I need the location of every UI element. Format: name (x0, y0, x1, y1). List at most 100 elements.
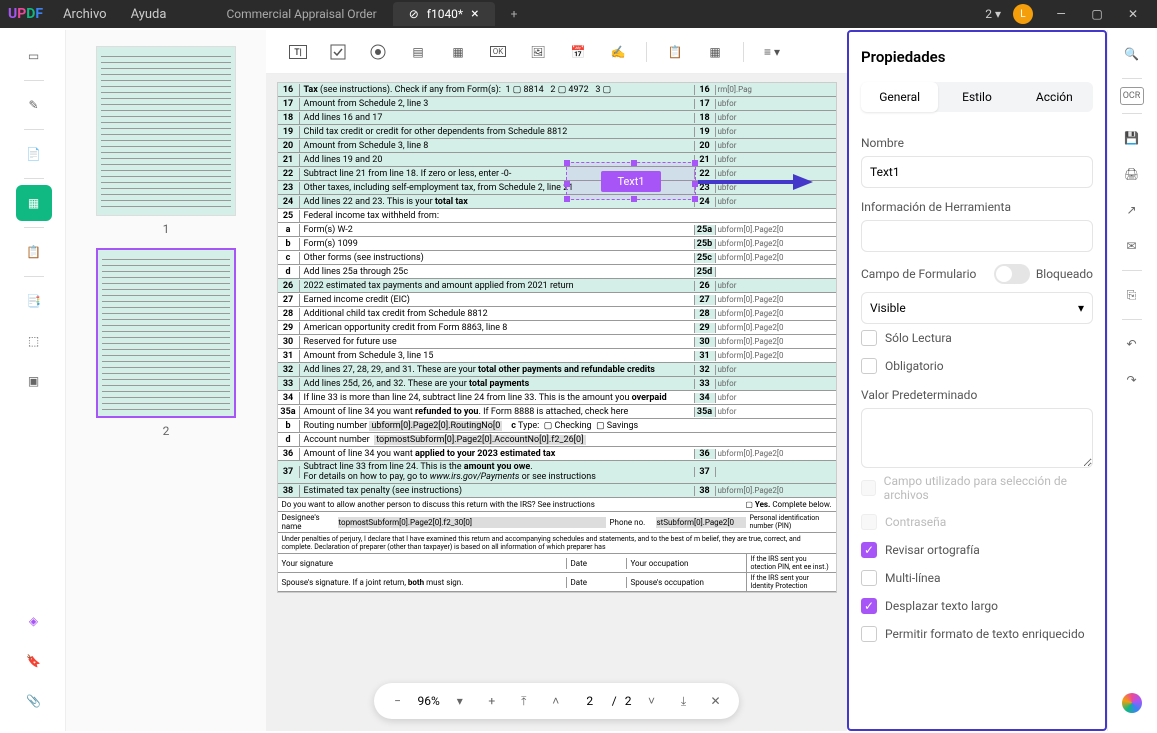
signature-tool[interactable]: ✍ (602, 38, 634, 66)
reader-mode-icon[interactable]: ▭ (16, 38, 52, 74)
form-line: 33Add lines 25d, 26, and 32. These are y… (278, 377, 836, 391)
form-line: dAdd lines 25a through 25c25d (278, 265, 836, 279)
ocr-icon[interactable]: OCR (1120, 87, 1144, 105)
menu-file[interactable]: Archivo (63, 7, 107, 22)
thumbnail-panel: 1 2 (66, 30, 266, 731)
selected-form-field[interactable]: Text1 (566, 162, 696, 200)
organize-mode-icon[interactable]: 📋 (16, 234, 52, 270)
left-sidebar: ▭ ✎ 📄 ▦ 📋 📑 ⬚ ▣ ◈ 🔖 📎 (2, 30, 66, 731)
close-pagectrl-button[interactable]: ✕ (703, 689, 727, 713)
ocr-mode-icon[interactable]: 📑 (16, 283, 52, 319)
readonly-checkbox[interactable] (861, 330, 877, 346)
form-line: 35aAmount of line 34 you want refunded t… (278, 405, 836, 419)
form-line: aForm(s) W-225aubform[0].Page2[0 (278, 223, 836, 237)
save-icon[interactable]: 💾 (1116, 122, 1148, 154)
thumbnail-page-1[interactable]: 1 (82, 46, 250, 236)
first-page-button[interactable]: ⤒ (512, 689, 536, 713)
user-avatar[interactable]: L (1013, 4, 1033, 24)
close-tab-icon[interactable]: × (471, 6, 478, 22)
print-icon[interactable]: 🖨 (1116, 158, 1148, 190)
properties-tab-action[interactable]: Acción (1016, 82, 1093, 112)
required-checkbox[interactable] (861, 358, 877, 374)
tab-f1040[interactable]: ⊘f1040*× (393, 2, 495, 26)
redo-icon[interactable]: ↷ (1116, 364, 1148, 396)
crop-mode-icon[interactable]: ⬚ (16, 323, 52, 359)
document-area[interactable]: 16Tax (see instructions). Check if any f… (266, 74, 847, 731)
menu-help[interactable]: Ayuda (131, 7, 167, 22)
form-line: 38Estimated tax penalty (see instruction… (278, 484, 836, 498)
locked-label: Bloqueado (1036, 267, 1093, 281)
maximize-button[interactable]: ▢ (1081, 2, 1113, 26)
radio-tool[interactable] (362, 38, 394, 66)
tab-commercial[interactable]: Commercial Appraisal Order (210, 3, 392, 25)
button-tool[interactable]: OK (482, 38, 514, 66)
checkbox-tool[interactable] (322, 38, 354, 66)
form-line: 20Amount from Schedule 3, line 820ubfor (278, 139, 836, 153)
undo-icon[interactable]: ↶ (1116, 328, 1148, 360)
bookmark-icon[interactable]: 🔖 (16, 643, 52, 679)
minimize-button[interactable]: — (1045, 2, 1077, 26)
default-value-label: Valor Predeterminado (861, 388, 1093, 402)
tooltip-input[interactable] (861, 220, 1093, 252)
attachment-icon[interactable]: 📎 (16, 683, 52, 719)
text-field-tool[interactable]: T| (282, 38, 314, 66)
align-tool[interactable]: ≡ ▾ (756, 38, 788, 66)
email-icon[interactable]: ✉ (1116, 230, 1148, 262)
properties-tab-style[interactable]: Estilo (938, 82, 1015, 112)
richtext-checkbox[interactable] (861, 626, 877, 642)
name-label: Nombre (861, 136, 1093, 150)
new-tab-button[interactable]: + (495, 3, 534, 25)
dropdown-tool[interactable]: ▤ (402, 38, 434, 66)
search-icon[interactable]: 🔍 (1116, 38, 1148, 70)
form-align-tool[interactable]: ▦ (699, 38, 731, 66)
field-label: Text1 (601, 171, 660, 192)
image-field-tool[interactable]: 🖼 (522, 38, 554, 66)
close-button[interactable]: ✕ (1117, 2, 1149, 26)
multiline-checkbox[interactable] (861, 570, 877, 586)
listbox-tool[interactable]: ▦ (442, 38, 474, 66)
scroll-checkbox[interactable]: ✓ (861, 598, 877, 614)
last-page-button[interactable]: ⤓ (671, 689, 695, 713)
form-line: 31Amount from Schedule 3, line 1531ubfor… (278, 349, 836, 363)
name-input[interactable] (861, 156, 1093, 188)
annotation-arrow (698, 172, 818, 192)
page-controls: − 96% ▾ + ⤒ ˄ / 2 ˅ ⤓ ✕ (374, 683, 740, 719)
layers-icon[interactable]: ◈ (16, 603, 52, 639)
properties-tab-general[interactable]: General (861, 82, 938, 112)
properties-title: Propiedades (861, 48, 1093, 66)
properties-panel: Propiedades General Estilo Acción Nombre… (847, 30, 1107, 731)
visibility-select[interactable]: Visible▾ (861, 292, 1093, 324)
form-line: 34If line 33 is more than line 24, subtr… (278, 391, 836, 405)
zoom-out-button[interactable]: − (386, 689, 410, 713)
form-mode-icon[interactable]: ▦ (16, 185, 52, 221)
redact-mode-icon[interactable]: ▣ (16, 363, 52, 399)
share-icon[interactable]: ↗ (1116, 194, 1148, 226)
ai-assistant-icon[interactable] (1116, 687, 1148, 719)
date-field-tool[interactable]: 📅 (562, 38, 594, 66)
form-line: 16Tax (see instructions). Check if any f… (278, 83, 836, 97)
form-line: 28Additional child tax credit from Sched… (278, 307, 836, 321)
form-line: 17Amount from Schedule 2, line 317ubfor (278, 97, 836, 111)
form-recognize-tool[interactable]: 📋 (659, 38, 691, 66)
comment-mode-icon[interactable]: ✎ (16, 87, 52, 123)
default-value-input[interactable] (861, 408, 1093, 468)
page-input[interactable] (576, 694, 604, 708)
form-line: 32Add lines 27, 28, 29, and 31. These ar… (278, 363, 836, 377)
zoom-dropdown[interactable]: ▾ (448, 689, 472, 713)
edit-mode-icon[interactable]: 📄 (16, 136, 52, 172)
right-sidebar: 🔍 OCR 💾 🖨 ↗ ✉ ⎘ ↶ ↷ (1107, 30, 1155, 731)
form-line: 25Federal income tax withheld from: (278, 209, 836, 223)
version-badge[interactable]: 2 ▾ (985, 7, 1001, 21)
app-logo: UPDF (8, 6, 43, 22)
zoom-in-button[interactable]: + (480, 689, 504, 713)
page-total: 2 (625, 694, 632, 708)
locked-toggle[interactable] (994, 264, 1030, 284)
export-icon[interactable]: ⎘ (1116, 279, 1148, 311)
spellcheck-checkbox[interactable]: ✓ (861, 542, 877, 558)
prev-page-button[interactable]: ˄ (544, 689, 568, 713)
form-line: bRouting number ubform[0].Page2[0].Routi… (278, 419, 836, 433)
thumbnail-page-2[interactable]: 2 (82, 248, 250, 438)
form-toolbar: T| ▤ ▦ OK 🖼 📅 ✍ 📋 ▦ ≡ ▾ (266, 30, 847, 74)
next-page-button[interactable]: ˅ (639, 689, 663, 713)
form-line: 30Reserved for future use30ubform[0].Pag… (278, 335, 836, 349)
